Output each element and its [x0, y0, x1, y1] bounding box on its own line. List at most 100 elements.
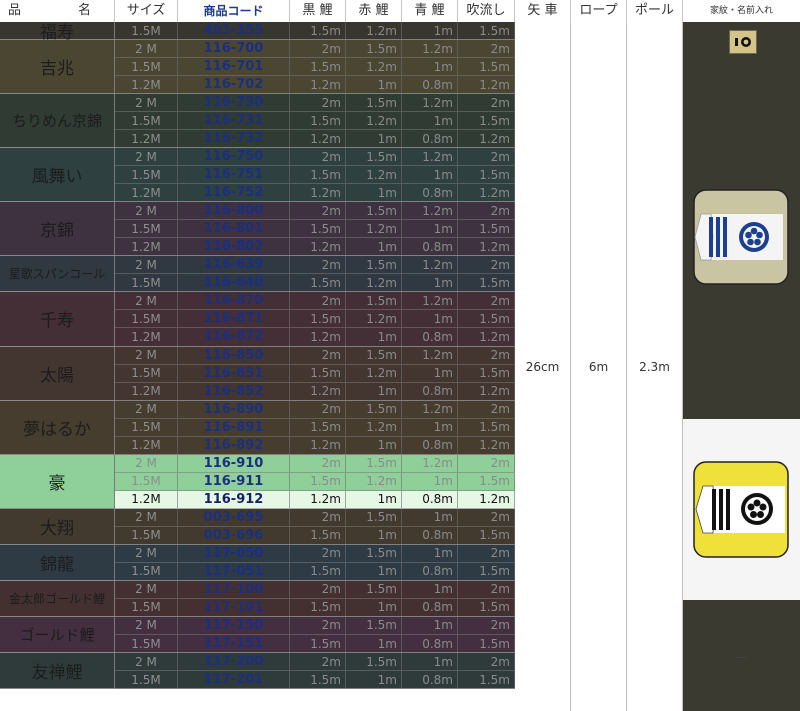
aka-koi-cell: 1m [346, 238, 402, 256]
ao-koi-cell: 1m [402, 22, 458, 40]
ao-koi-cell: 0.8m [402, 635, 458, 653]
product-code-cell: 116-910 [178, 454, 290, 472]
kuro-koi-cell: 1.5m [290, 112, 346, 130]
header-aka: 赤 鯉 [346, 0, 402, 22]
product-group: 千寿 2 M 116-870 2m 1.5m 1.2m 2m 1.5M 116-871 1.5m 1… [0, 292, 515, 347]
product-code-cell: 116-801 [178, 220, 290, 238]
product-code-cell: 116-800 [178, 202, 290, 220]
table-row: 1.5M 117-051 1.5m 1m 0.8m 1.5m [115, 562, 515, 581]
aka-koi-cell: 1m [346, 184, 402, 202]
size-cell: 1.5M [115, 220, 178, 238]
kuro-koi-cell: 1.5m [290, 22, 346, 40]
fukinagashi-cell: 1.2m [458, 238, 515, 256]
fukinagashi-cell: 1.2m [458, 382, 515, 400]
product-code-cell: 116-752 [178, 184, 290, 202]
ao-koi-cell: 1m [402, 653, 458, 671]
kuro-koi-cell: 1.5m [290, 635, 346, 653]
product-group: 吉兆 2 M 116-700 2m 1.5m 1.2m 2m 1.5M 116-701 1.5m 1… [0, 40, 515, 95]
table-row: 2 M 116-800 2m 1.5m 1.2m 2m [115, 202, 515, 221]
product-code-cell: 116-890 [178, 400, 290, 418]
table-row: 2 M 003-695 2m 1.5m 1m 2m [115, 508, 515, 527]
table-row: 1.2M 116-752 1.2m 1m 0.8m 1.2m [115, 184, 515, 203]
product-code-cell: 116-640 [178, 274, 290, 292]
ao-koi-cell: 0.8m [402, 490, 458, 508]
product-name: 千寿 [0, 292, 115, 346]
size-cell: 1.2M [115, 130, 178, 148]
product-code-cell: 117-201 [178, 671, 290, 689]
fukinagashi-cell: 2m [458, 94, 515, 112]
table-row: 1.5M 116-731 1.5m 1.2m 1m 1.5m [115, 112, 515, 131]
size-cell: 1.5M [115, 274, 178, 292]
size-cell: 1.2M [115, 382, 178, 400]
size-cell: 1.2M [115, 238, 178, 256]
size-cell: 1.5M [115, 562, 178, 580]
fukinagashi-cell: 1.5m [458, 598, 515, 616]
table-row: 1.5M 116-701 1.5m 1.2m 1m 1.5m [115, 58, 515, 77]
fukinagashi-cell: 2m [458, 40, 515, 58]
aka-koi-cell: 1m [346, 382, 402, 400]
fukinagashi-cell: 1.5m [458, 310, 515, 328]
header-pole: ポール [627, 0, 683, 22]
kuro-koi-cell: 1.5m [290, 364, 346, 382]
fukinagashi-cell: 1.2m [458, 490, 515, 508]
ao-koi-cell: 1m [402, 580, 458, 598]
ao-koi-cell: 0.8m [402, 130, 458, 148]
size-cell: 1.5M [115, 671, 178, 689]
kuro-koi-cell: 2m [290, 544, 346, 562]
fukinagashi-cell: 2m [458, 616, 515, 634]
product-code-cell: 116-870 [178, 292, 290, 310]
fukinagashi-cell: 1.5m [458, 220, 515, 238]
ao-koi-cell: 1.2m [402, 256, 458, 274]
ao-koi-cell: 1m [402, 58, 458, 76]
product-code-cell: 117-151 [178, 635, 290, 653]
product-group: 福寿 1.5M 401-355 1.5m 1.2m 1m 1.5m [0, 22, 515, 43]
size-cell: 1.2M [115, 76, 178, 94]
product-code-cell: 116-751 [178, 166, 290, 184]
aka-koi-cell: 1.2m [346, 58, 402, 76]
size-cell: 2 M [115, 40, 178, 58]
size-cell: 2 M [115, 544, 178, 562]
kuro-koi-cell: 2m [290, 148, 346, 166]
fukinagashi-cell: 1.5m [458, 22, 515, 40]
product-name: 吉兆 [0, 40, 115, 94]
size-cell: 1.5M [115, 22, 178, 40]
table-row: 2 M 116-700 2m 1.5m 1.2m 2m [115, 40, 515, 59]
kuro-koi-cell: 1.2m [290, 382, 346, 400]
fukinagashi-cell: 2m [458, 400, 515, 418]
table-row: 1.2M 116-702 1.2m 1m 0.8m 1.2m [115, 76, 515, 95]
kuro-koi-cell: 1.2m [290, 328, 346, 346]
ao-koi-cell: 1m [402, 544, 458, 562]
product-group: 風舞い 2 M 116-750 2m 1.5m 1.2m 2m 1.5M 116-751 1.5m… [0, 148, 515, 203]
aka-koi-cell: 1.5m [346, 148, 402, 166]
product-code-cell: 117-051 [178, 562, 290, 580]
fukinagashi-cell: 2m [458, 653, 515, 671]
ao-koi-cell: 0.8m [402, 238, 458, 256]
ao-koi-cell: 1.2m [402, 40, 458, 58]
kuro-koi-cell: 1.2m [290, 490, 346, 508]
product-code-cell: 116-851 [178, 364, 290, 382]
size-cell: 1.2M [115, 490, 178, 508]
product-code-cell: 117-101 [178, 598, 290, 616]
size-cell: 1.5M [115, 472, 178, 490]
product-name: 金太郎ゴールド鯉 [0, 580, 115, 616]
ao-koi-cell: 0.8m [402, 562, 458, 580]
ao-koi-cell: 1m [402, 508, 458, 526]
ao-koi-cell: 0.8m [402, 436, 458, 454]
size-cell: 1.2M [115, 436, 178, 454]
ao-koi-cell: 0.8m [402, 598, 458, 616]
product-code-cell: 116-852 [178, 382, 290, 400]
table-row: 1.5M 116-801 1.5m 1.2m 1m 1.5m [115, 220, 515, 239]
aka-koi-cell: 1m [346, 76, 402, 94]
table-row: 1.5M 003-696 1.5m 1m 0.8m 1.5m [115, 526, 515, 545]
product-code-cell: 116-702 [178, 76, 290, 94]
ao-koi-cell: 1m [402, 112, 458, 130]
table-row: 2 M 117-200 2m 1.5m 1m 2m [115, 653, 515, 672]
kuro-koi-cell: 2m [290, 454, 346, 472]
fukinagashi-cell: 1.5m [458, 671, 515, 689]
aka-koi-cell: 1.2m [346, 310, 402, 328]
kuro-koi-cell: 2m [290, 256, 346, 274]
aka-koi-cell: 1.2m [346, 364, 402, 382]
size-cell: 1.5M [115, 364, 178, 382]
product-code-cell: 116-802 [178, 238, 290, 256]
aka-koi-cell: 1.5m [346, 202, 402, 220]
